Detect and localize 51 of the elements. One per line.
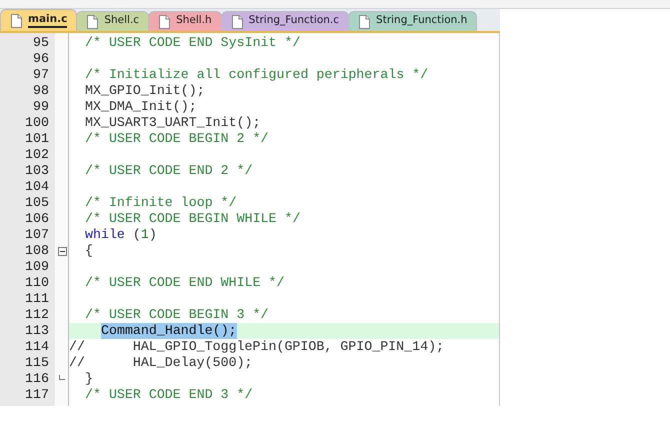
line-number: 101 — [24, 131, 50, 147]
code-line: /* USER CODE END SysInit */ — [84, 35, 302, 51]
line-number: 115 — [24, 355, 50, 371]
line-number: 102 — [24, 147, 50, 163]
code-line: /* Initialize all configured peripherals */ — [84, 67, 430, 83]
line-number: 106 — [24, 211, 50, 227]
line-number: 116 — [24, 371, 50, 387]
line-number: 109 — [24, 259, 50, 275]
line-number: 107 — [24, 227, 50, 243]
line-number: 103 — [24, 163, 50, 179]
document-icon — [232, 14, 243, 28]
line-number: 105 — [24, 195, 50, 211]
document-icon — [359, 14, 370, 28]
file-tab[interactable]: Shell.h — [148, 11, 222, 31]
line-number: 111 — [24, 291, 50, 307]
code-line: { — [84, 243, 94, 259]
file-tab[interactable]: String_Function.c — [220, 11, 350, 31]
code-line: MX_GPIO_Init(); — [84, 83, 206, 99]
line-number: 98 — [32, 83, 50, 99]
document-icon — [87, 14, 98, 28]
line-number: 99 — [32, 99, 50, 115]
code-line: /* USER CODE END 3 */ — [84, 387, 254, 403]
code-line: /* USER CODE END WHILE */ — [84, 275, 286, 291]
code-line: /* Infinite loop */ — [84, 195, 238, 211]
code-line: /* USER CODE BEGIN WHILE */ — [84, 211, 302, 227]
code-line: /* USER CODE BEGIN 2 */ — [84, 131, 270, 147]
line-number: 100 — [24, 115, 50, 131]
line-number: 110 — [24, 275, 50, 291]
collapse-icon[interactable] — [58, 246, 66, 256]
line-number: 114 — [24, 339, 50, 355]
line-number: 95 — [32, 35, 50, 51]
document-icon — [159, 14, 170, 28]
line-number: 97 — [32, 67, 50, 83]
code-line: MX_DMA_Init(); — [84, 99, 198, 115]
code-line: // HAL_GPIO_TogglePin(GPIOB, GPIO_PIN_14); — [69, 339, 446, 355]
code-line: while (1) — [84, 227, 158, 243]
code-line: /* USER CODE END 2 */ — [84, 163, 254, 179]
code-line: // HAL_Delay(500); — [69, 355, 254, 371]
line-number: 113 — [24, 323, 50, 339]
code-line: MX_USART3_UART_Init(); — [84, 115, 262, 131]
code-line: /* USER CODE BEGIN 3 */ — [84, 307, 270, 323]
file-tab[interactable]: Shell.c — [76, 11, 150, 31]
line-number: 96 — [32, 51, 50, 67]
line-number: 117 — [24, 387, 50, 403]
line-number: 108 — [24, 243, 50, 259]
code-line: } — [84, 371, 94, 387]
document-icon — [11, 14, 22, 28]
line-number: 104 — [24, 179, 50, 195]
file-tab[interactable]: main.c — [0, 9, 78, 31]
line-number: 112 — [24, 307, 50, 323]
file-tab[interactable]: String_Function.h — [348, 11, 478, 31]
